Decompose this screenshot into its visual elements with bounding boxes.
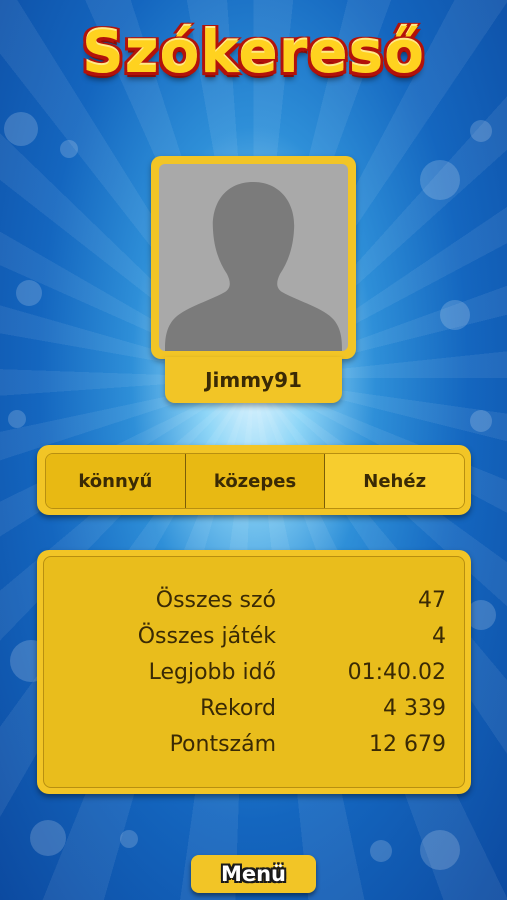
- stat-label: Összes szó: [155, 588, 276, 613]
- tab-easy[interactable]: könnyű: [46, 454, 186, 508]
- stat-label: Legjobb idő: [148, 660, 276, 685]
- menu-button-label: Menü: [220, 862, 287, 886]
- tab-medium[interactable]: közepes: [185, 454, 326, 508]
- stat-label: Pontszám: [169, 732, 276, 757]
- stat-label: Rekord: [200, 696, 276, 721]
- stat-row-best-time: Legjobb idő 01:40.02: [44, 660, 464, 696]
- person-silhouette-icon: [165, 182, 342, 351]
- stat-value: 47: [418, 588, 446, 613]
- stat-label: Összes játék: [137, 624, 276, 649]
- stat-row-record: Rekord 4 339: [44, 696, 464, 732]
- stat-row-total-words: Összes szó 47: [44, 588, 464, 624]
- tab-hard[interactable]: Nehéz: [325, 454, 464, 508]
- difficulty-selector: könnyű közepes Nehéz: [37, 445, 471, 515]
- game-title: Szókereső: [81, 18, 426, 86]
- stat-value: 12 679: [369, 732, 446, 757]
- stat-row-total-games: Összes játék 4: [44, 624, 464, 660]
- stat-row-score: Pontszám 12 679: [44, 732, 464, 768]
- player-name: Jimmy91: [165, 357, 342, 403]
- player-avatar: [151, 156, 356, 359]
- stat-value: 4 339: [383, 696, 446, 721]
- stats-panel: Összes szó 47 Összes játék 4 Legjobb idő…: [37, 550, 471, 794]
- stat-value: 4: [432, 624, 446, 649]
- menu-button[interactable]: Menü: [191, 855, 316, 893]
- stat-value: 01:40.02: [347, 660, 446, 685]
